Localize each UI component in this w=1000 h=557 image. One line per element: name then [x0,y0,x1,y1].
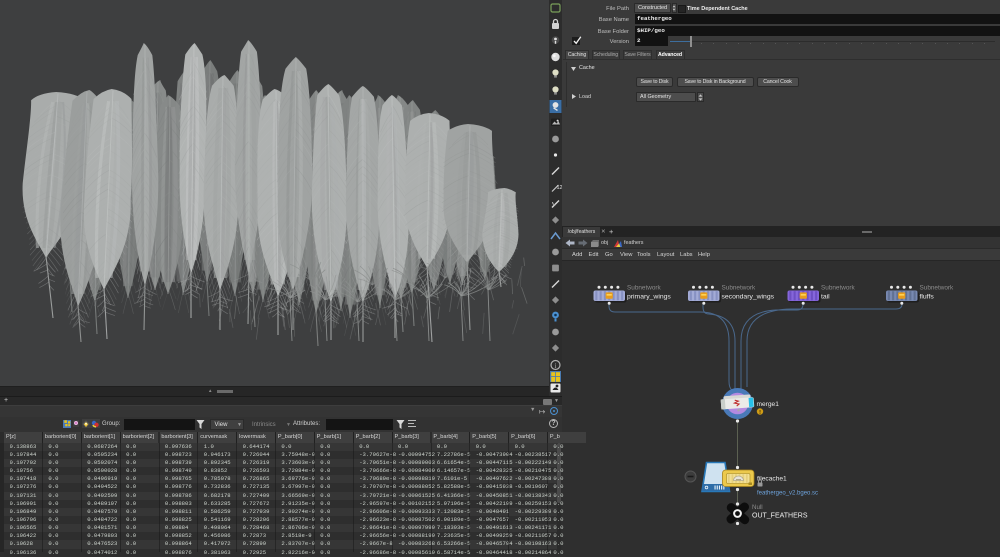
svg-text:Subnetwork: Subnetwork [627,284,662,291]
svg-text:fluffs: fluffs [920,293,935,300]
svg-text:i: i [555,362,557,370]
svg-text:Null: Null [752,504,763,511]
svg-text:tail: tail [821,293,830,300]
svg-text:merge1: merge1 [757,401,780,408]
svg-text:Subnetwork: Subnetwork [920,284,955,291]
svg-text:primary_wings: primary_wings [627,293,671,300]
svg-text:Subnetwork: Subnetwork [722,284,757,291]
svg-text:OUT_FEATHERS: OUT_FEATHERS [752,513,808,520]
svg-text:feathergeo_v2.bgeo.sc: feathergeo_v2.bgeo.sc [757,491,818,497]
svg-text:Subnetwork: Subnetwork [821,284,856,291]
svg-text:!: ! [759,410,761,416]
svg-text:secondary_wings: secondary_wings [722,293,775,300]
